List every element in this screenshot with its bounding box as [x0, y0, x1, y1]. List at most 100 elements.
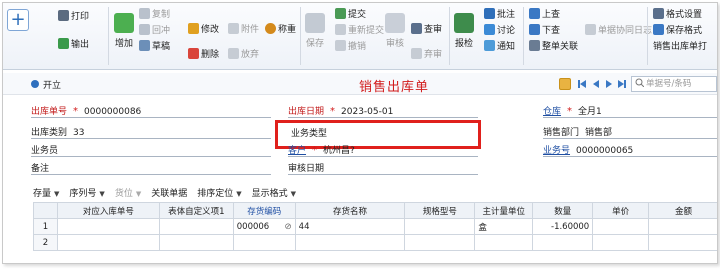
- last-record-icon[interactable]: [616, 78, 628, 90]
- remark-field[interactable]: 备注: [31, 161, 55, 174]
- business-no-field[interactable]: 业务号 0000000065: [543, 143, 633, 156]
- search-input[interactable]: 单据号/条码: [631, 76, 717, 92]
- table-cell[interactable]: [56, 234, 160, 251]
- business-no-label[interactable]: 业务号: [543, 146, 570, 156]
- table-cell[interactable]: [294, 234, 406, 251]
- abandon-button[interactable]: 放弃: [228, 47, 259, 60]
- whole-link-button[interactable]: 整单关联: [529, 39, 578, 52]
- prev-query-button[interactable]: 上查: [529, 7, 560, 20]
- print-template-select[interactable]: 销售出库单打: [653, 39, 707, 52]
- table-cell[interactable]: [648, 234, 717, 251]
- table-cell[interactable]: [404, 234, 476, 251]
- sales-dept-label: 销售部门: [543, 128, 580, 138]
- table-cell[interactable]: [474, 234, 534, 251]
- column-header[interactable]: 对应入库单号: [56, 202, 160, 219]
- customer-label[interactable]: 客户: [288, 146, 306, 156]
- table-cell[interactable]: [158, 234, 234, 251]
- row-number: 2: [33, 234, 58, 251]
- stock-button[interactable]: 存量 ▼: [33, 186, 59, 202]
- resubmit-button[interactable]: 重新提交: [335, 23, 384, 36]
- draft-button[interactable]: 草稿: [139, 39, 170, 52]
- paperclip-icon[interactable]: ⊘: [285, 222, 292, 232]
- add-button[interactable]: 增加: [114, 13, 134, 49]
- outbound-type-field[interactable]: 出库类别 33: [31, 125, 84, 138]
- warehouse-label[interactable]: 仓库: [543, 107, 561, 117]
- field-underline: [288, 117, 478, 118]
- table-cell[interactable]: [648, 218, 717, 235]
- related-docs-button[interactable]: 关联单据: [151, 186, 187, 202]
- table-cell[interactable]: [404, 218, 476, 235]
- table-cell[interactable]: [592, 234, 650, 251]
- column-header[interactable]: 表体自定义项1: [158, 202, 234, 219]
- approve-note-button[interactable]: 批注: [484, 7, 515, 20]
- audit-button[interactable]: 审核: [385, 13, 405, 49]
- table-cell[interactable]: 44: [294, 218, 406, 235]
- whole-link-label: 整单关联: [542, 42, 579, 52]
- table-row[interactable]: 2: [33, 234, 717, 251]
- new-tab-plus-icon[interactable]: +: [7, 9, 29, 31]
- outbound-date-value: 2023-05-01: [341, 107, 394, 117]
- column-header[interactable]: 单价: [592, 202, 650, 219]
- attach-button[interactable]: 附件: [228, 22, 259, 35]
- draft-label: 草稿: [152, 42, 171, 52]
- submit-button[interactable]: 提交: [335, 7, 366, 20]
- copy-button[interactable]: 复制: [139, 7, 170, 20]
- search-placeholder: 单据号/条码: [646, 79, 692, 89]
- modify-button[interactable]: 修改: [188, 22, 219, 35]
- table-cell[interactable]: [232, 234, 296, 251]
- customer-field[interactable]: 客户 * 杭州昌?: [288, 143, 355, 156]
- delete-button[interactable]: 删除: [188, 47, 219, 60]
- post-icon: [454, 13, 474, 33]
- collab-log-button[interactable]: 单据协同日志: [585, 23, 652, 36]
- export-button[interactable]: 输出: [58, 37, 89, 50]
- outbound-no-field[interactable]: 出库单号 * 0000000086: [31, 104, 141, 117]
- table-row[interactable]: 1 000006 ⊘ 44 盒 -1.60000: [33, 218, 717, 235]
- format-settings-button[interactable]: 格式设置: [653, 7, 702, 20]
- outbound-type-value: 33: [73, 128, 85, 138]
- scale-icon: [265, 23, 276, 34]
- dropdown-arrow-icon: ▼: [236, 190, 242, 198]
- rollback-button[interactable]: 回冲: [139, 23, 170, 36]
- table-cell[interactable]: [532, 234, 594, 251]
- print-button[interactable]: 打印: [58, 9, 89, 22]
- inventory-code-cell[interactable]: 000006 ⊘: [232, 218, 296, 235]
- discuss-button[interactable]: 讨论: [484, 23, 515, 36]
- table-cell[interactable]: [56, 218, 160, 235]
- prev-record-icon[interactable]: [590, 78, 602, 90]
- table-cell[interactable]: -1.60000: [532, 218, 594, 235]
- withdraw-button[interactable]: 撤销: [335, 39, 366, 52]
- serial-button[interactable]: 序列号 ▼: [69, 186, 104, 202]
- slot-button[interactable]: 货位 ▼: [115, 186, 141, 202]
- table-cell[interactable]: 盒: [474, 218, 534, 235]
- warehouse-field[interactable]: 仓库 * 全月1: [543, 104, 602, 117]
- column-header[interactable]: 金额: [648, 202, 717, 219]
- abandon-audit-button[interactable]: 弃审: [411, 47, 442, 60]
- notify-button[interactable]: 通知: [484, 39, 515, 52]
- column-header[interactable]: 数量: [532, 202, 594, 219]
- check-button[interactable]: 查审: [411, 22, 442, 35]
- column-header[interactable]: 存货名称: [294, 202, 406, 219]
- next-record-icon[interactable]: [603, 78, 615, 90]
- salesperson-field[interactable]: 业务员: [31, 143, 64, 156]
- next-query-button[interactable]: 下查: [529, 23, 560, 36]
- audit-date-field[interactable]: 审核日期: [288, 161, 330, 174]
- display-format-button[interactable]: 显示格式 ▼: [252, 186, 296, 202]
- sort-locate-button[interactable]: 排序定位 ▼: [197, 186, 241, 202]
- field-underline: [543, 117, 717, 118]
- post-button[interactable]: 报检: [454, 13, 474, 49]
- weigh-button[interactable]: 称重: [265, 22, 296, 35]
- sales-dept-field[interactable]: 销售部门 销售部: [543, 125, 612, 138]
- refresh-icon[interactable]: [559, 78, 571, 90]
- outbound-date-field[interactable]: 出库日期 * 2023-05-01: [288, 104, 393, 117]
- save-button[interactable]: 保存: [305, 13, 325, 49]
- column-header[interactable]: 主计量单位: [474, 202, 534, 219]
- app-window: + 打印 输出 增加 复制 回冲 草稿 修改 附件 称重 删除 放弃 保存 提交…: [2, 2, 718, 264]
- collab-log-label: 单据协同日志: [598, 26, 653, 36]
- table-cell[interactable]: [592, 218, 650, 235]
- column-header[interactable]: 存货编码: [232, 202, 296, 219]
- table-cell[interactable]: [158, 218, 234, 235]
- column-header[interactable]: 规格型号: [404, 202, 476, 219]
- first-record-icon[interactable]: [576, 78, 588, 90]
- save-format-button[interactable]: 保存格式: [653, 23, 702, 36]
- dropdown-arrow-icon: ▼: [135, 190, 142, 198]
